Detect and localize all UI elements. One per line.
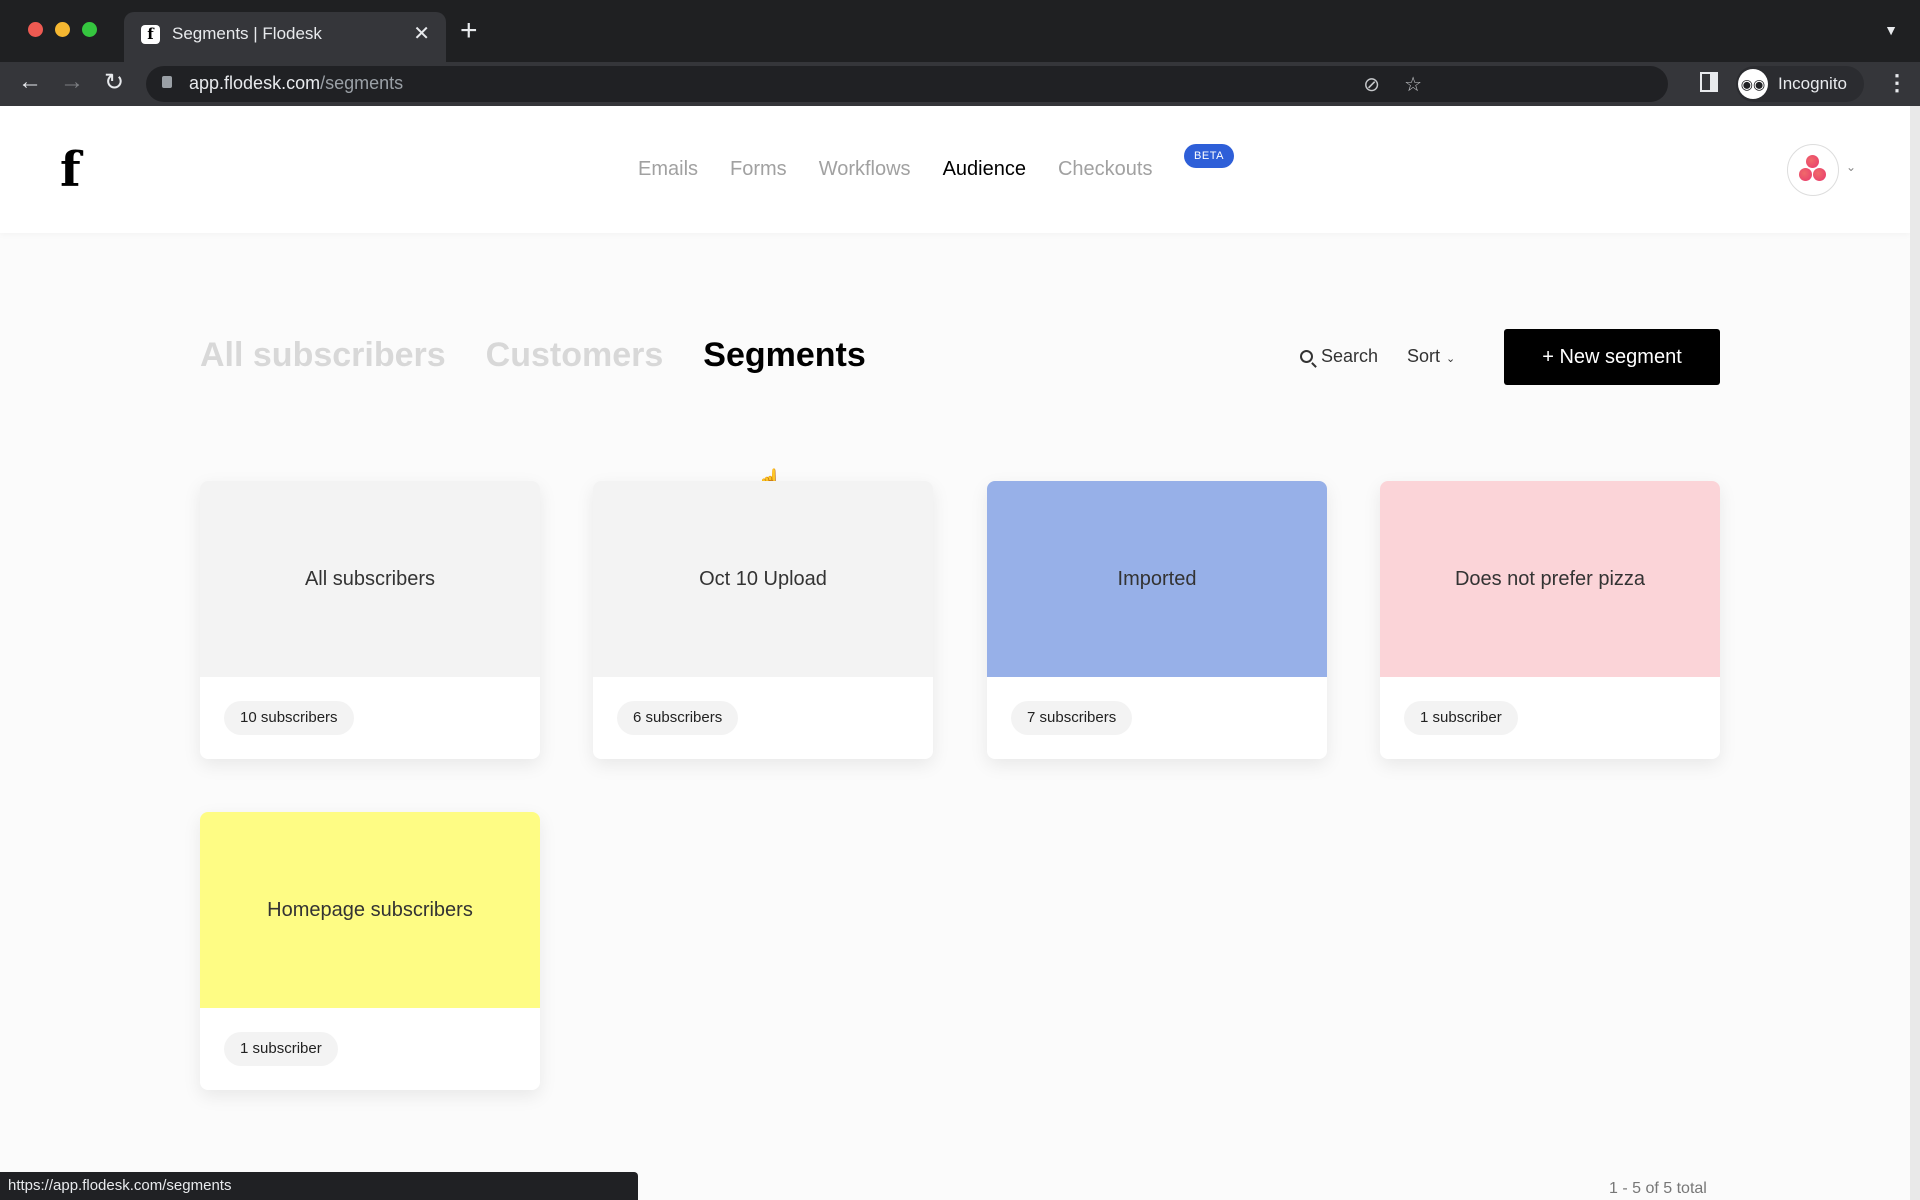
address-bar[interactable]: app.flodesk.com/segments ⊘ ☆ [146,66,1668,102]
nav-workflows[interactable]: Workflows [819,158,911,181]
subscriber-count-badge: 1 subscriber [1404,701,1518,735]
nav-checkouts[interactable]: Checkouts [1058,158,1153,181]
nav-forms[interactable]: Forms [730,158,787,181]
segment-card[interactable]: All subscribers 10 subscribers [200,481,540,759]
incognito-icon: ◉◉ [1738,69,1768,99]
lock-icon[interactable] [162,76,172,88]
pagination-summary: 1 - 5 of 5 total [1609,1180,1707,1197]
maximize-window-button[interactable] [82,22,97,37]
segment-name: Homepage subscribers [200,812,540,1008]
avatar-dot-icon [1806,155,1819,168]
account-avatar[interactable] [1787,144,1839,196]
audience-subtabs: All subscribers Customers Segments [200,336,866,375]
new-tab-icon[interactable]: + [460,14,478,48]
browser-toolbar: ← → ↻ app.flodesk.com/segments ⊘ ☆ ◉◉ In… [0,62,1920,106]
subscriber-count-badge: 6 subscribers [617,701,739,735]
subtab-segments[interactable]: Segments [703,336,866,375]
url-host: app.flodesk.com [189,73,321,93]
tab-title: Segments | Flodesk [172,24,322,43]
link-status-bar: https://app.flodesk.com/segments [0,1172,638,1200]
subtab-customers[interactable]: Customers [486,336,664,375]
forward-arrow-icon[interactable]: → [60,68,84,96]
incognito-profile-button[interactable]: ◉◉ Incognito [1736,66,1864,102]
browser-tab[interactable]: f Segments | Flodesk ✕ [124,12,446,66]
new-segment-button[interactable]: + New segment [1504,329,1720,385]
subtab-all-subscribers[interactable]: All subscribers [200,336,446,375]
subscriber-count-badge: 7 subscribers [1011,701,1133,735]
segment-name: Oct 10 Upload [593,481,933,677]
subscriber-count-badge: 1 subscriber [224,1032,338,1066]
segment-card[interactable]: Homepage subscribers 1 subscriber [200,812,540,1090]
subscriber-count-badge: 10 subscribers [224,701,354,735]
reload-icon[interactable]: ↻ [104,68,124,97]
main-nav: Emails Forms Workflows Audience Checkout… [638,158,1152,181]
incognito-label: Incognito [1778,74,1847,93]
close-tab-icon[interactable]: ✕ [413,21,430,46]
app-header: f Emails Forms Workflows Audience Checko… [0,106,1910,233]
segment-card[interactable]: Oct 10 Upload 6 subscribers [593,481,933,759]
page-scrollbar[interactable] [1910,106,1920,1200]
url-text[interactable]: app.flodesk.com/segments [189,73,403,94]
avatar-dot-icon [1813,168,1826,181]
bookmark-star-icon[interactable]: ☆ [1404,72,1422,97]
segment-card[interactable]: Does not prefer pizza 1 subscriber [1380,481,1720,759]
page: f Emails Forms Workflows Audience Checko… [0,106,1910,1200]
sort-dropdown[interactable]: Sort ⌄ [1407,346,1455,367]
search-label: Search [1321,346,1379,366]
account-chevron-down-icon[interactable]: ⌄ [1846,160,1856,174]
close-window-button[interactable] [28,22,43,37]
nav-audience[interactable]: Audience [943,158,1026,181]
back-arrow-icon[interactable]: ← [18,68,42,96]
sort-label: Sort [1407,346,1441,366]
search-button[interactable]: Search [1300,346,1378,367]
segment-card[interactable]: Imported 7 subscribers [987,481,1327,759]
tab-search-chevron-icon[interactable]: ▼ [1884,22,1898,38]
browser-tabstrip: f Segments | Flodesk ✕ + ▼ [0,0,1920,66]
nav-emails[interactable]: Emails [638,158,698,181]
minimize-window-button[interactable] [55,22,70,37]
side-panel-icon[interactable] [1700,72,1718,92]
chevron-down-icon: ⌄ [1446,353,1456,365]
segment-name: All subscribers [200,481,540,677]
flodesk-favicon-icon: f [141,25,160,44]
segment-name: Imported [987,481,1327,677]
flodesk-logo[interactable]: f [60,142,81,198]
url-path: /segments [320,73,404,93]
beta-badge: BETA [1184,144,1234,168]
search-icon [1300,350,1313,363]
browser-menu-icon[interactable]: ⋮ [1886,70,1908,96]
avatar-dot-icon [1799,168,1812,181]
eye-slash-icon[interactable]: ⊘ [1363,72,1380,97]
segment-name: Does not prefer pizza [1380,481,1720,677]
